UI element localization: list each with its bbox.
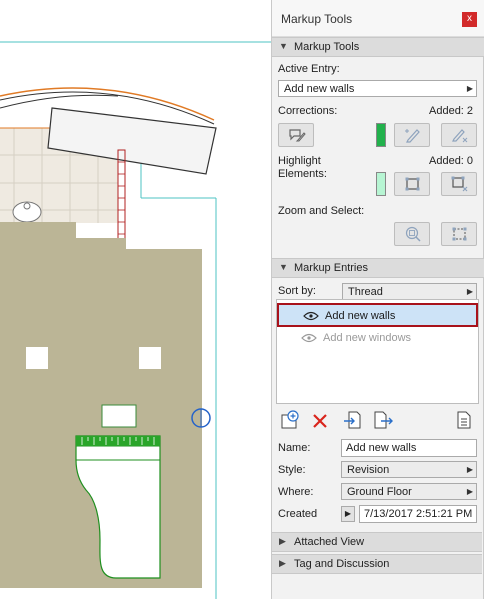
report-button[interactable]	[455, 410, 475, 430]
section-header-markup-entries[interactable]: ▼ Markup Entries	[272, 258, 484, 278]
section-header-tag-discussion[interactable]: ▶ Tag and Discussion	[272, 554, 482, 574]
where-value: Ground Floor	[347, 486, 412, 498]
import-button[interactable]	[343, 410, 363, 430]
palette-titlebar[interactable]: Markup Tools x	[272, 0, 484, 37]
section-header-markup-tools[interactable]: ▼ Markup Tools	[272, 37, 484, 57]
created-expand-button[interactable]: ▶	[341, 506, 355, 522]
section-label: Markup Tools	[294, 41, 360, 53]
palette-title: Markup Tools	[281, 12, 353, 26]
add-highlight-button[interactable]	[394, 172, 430, 196]
collapse-triangle-icon: ▼	[279, 262, 288, 272]
remove-highlight-button[interactable]	[441, 172, 477, 196]
created-value: 7/13/2017 2:51:21 PM	[364, 508, 473, 520]
zoom-select-label: Zoom and Select:	[278, 205, 365, 217]
sort-by-value: Thread	[348, 286, 383, 298]
section-label: Attached View	[294, 536, 365, 548]
sort-by-label: Sort by:	[278, 285, 316, 297]
eye-icon[interactable]	[303, 311, 319, 321]
name-label: Name:	[278, 442, 311, 454]
zoom-to-entry-button[interactable]	[394, 222, 430, 246]
list-item[interactable]: Add new walls	[277, 303, 478, 327]
section-header-attached-view[interactable]: ▶ Attached View	[272, 532, 482, 552]
section-label: Tag and Discussion	[294, 558, 390, 570]
corrections-added-count: Added: 2	[429, 105, 474, 117]
add-correction-element-button[interactable]	[394, 123, 430, 147]
where-label: Where:	[278, 486, 314, 498]
report-icon	[457, 411, 471, 429]
expand-arrow-icon: ▶	[344, 509, 352, 518]
new-entry-icon	[281, 410, 299, 429]
select-elements-button[interactable]	[441, 222, 477, 246]
corrections-color-swatch[interactable]	[376, 123, 386, 147]
drawing-canvas[interactable]	[0, 0, 271, 599]
highlight-added-count: Added: 0	[429, 155, 474, 167]
sort-by-dropdown[interactable]: Thread ▶	[342, 283, 477, 300]
name-value: Add new walls	[346, 442, 417, 454]
active-entry-label: Active Entry:	[278, 63, 340, 75]
list-item[interactable]: Add new windows	[277, 327, 478, 351]
delete-entry-button[interactable]	[311, 412, 331, 432]
created-field: 7/13/2017 2:51:21 PM	[359, 505, 477, 523]
dropdown-arrow-icon: ▶	[466, 287, 473, 296]
dropdown-arrow-icon: ▶	[466, 487, 473, 496]
frame-add-icon	[405, 177, 420, 191]
style-value: Revision	[347, 464, 390, 476]
where-dropdown[interactable]: Ground Floor ▶	[341, 483, 477, 500]
add-correction-button[interactable]	[278, 123, 314, 147]
active-entry-value: Add new walls	[284, 83, 355, 95]
expand-triangle-icon: ▶	[279, 558, 286, 568]
collapse-triangle-icon: ▼	[279, 41, 288, 51]
entry-label: Add new walls	[325, 310, 396, 322]
eye-icon[interactable]	[301, 333, 317, 343]
dropdown-arrow-icon: ▶	[466, 465, 473, 474]
created-label: Created	[278, 508, 318, 520]
new-entry-button[interactable]	[280, 410, 300, 430]
markup-entries-list[interactable]: Add new walls Add new windows	[276, 299, 479, 404]
highlight-label-line1: Highlight	[278, 155, 321, 167]
pencil-remove-icon	[452, 129, 468, 143]
close-button[interactable]: x	[462, 12, 477, 27]
remove-correction-element-button[interactable]	[441, 123, 477, 147]
delete-icon	[313, 414, 327, 428]
corrections-label: Corrections:	[278, 105, 338, 117]
import-icon	[344, 411, 361, 429]
active-entry-dropdown[interactable]: Add new walls ▶	[278, 80, 477, 97]
entry-label: Add new windows	[323, 332, 412, 344]
floor-plan-drawing	[0, 41, 271, 599]
name-field[interactable]: Add new walls	[341, 439, 477, 457]
expand-triangle-icon: ▶	[279, 536, 286, 546]
section-label: Markup Entries	[294, 262, 368, 274]
dropdown-arrow-icon: ▶	[466, 84, 473, 93]
highlight-color-swatch[interactable]	[376, 172, 386, 196]
zoom-icon	[405, 226, 421, 242]
markup-pencil-icon	[289, 129, 306, 142]
style-label: Style:	[278, 464, 306, 476]
pencil-plus-icon	[405, 129, 420, 143]
style-dropdown[interactable]: Revision ▶	[341, 461, 477, 478]
frame-remove-icon	[451, 176, 468, 192]
export-button[interactable]	[373, 410, 393, 430]
highlight-label-line2: Elements:	[278, 168, 327, 180]
export-icon	[374, 411, 393, 429]
select-icon	[452, 227, 467, 241]
